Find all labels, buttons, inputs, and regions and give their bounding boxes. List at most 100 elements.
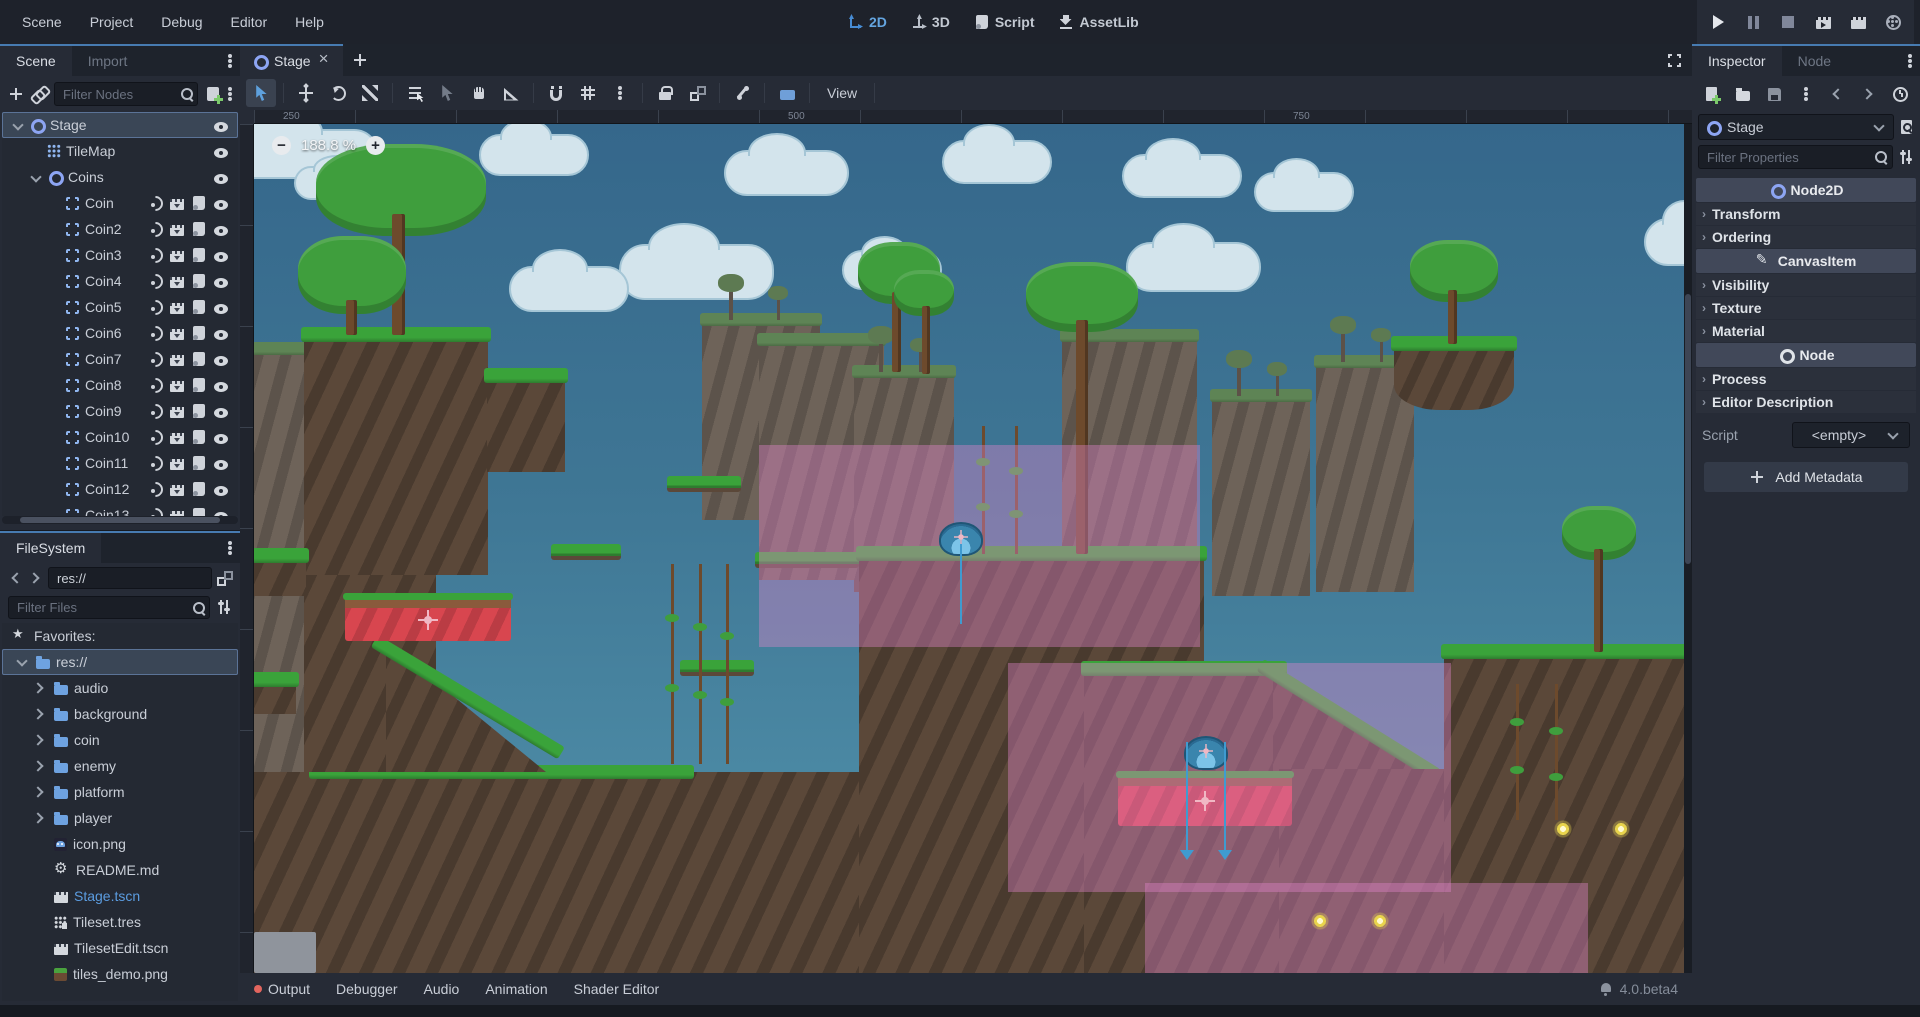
player-slime[interactable]	[1184, 736, 1228, 770]
scene-canvas[interactable]	[254, 124, 1692, 973]
path-input[interactable]	[48, 567, 212, 589]
tree-row-tilemap[interactable]: TileMap	[2, 138, 238, 164]
eye-icon[interactable]	[214, 356, 228, 366]
movie-button[interactable]	[1845, 9, 1871, 35]
property-filter-input[interactable]	[1698, 145, 1893, 169]
script-icon[interactable]	[193, 196, 205, 210]
section-material[interactable]: ›Material	[1696, 320, 1916, 342]
expand-arrow[interactable]	[32, 680, 48, 696]
tree-row-coins[interactable]: Coins	[2, 164, 238, 190]
magnet-tool-button[interactable]	[541, 79, 571, 107]
workspace-3d[interactable]: 3D	[903, 14, 958, 30]
script-icon[interactable]	[193, 326, 205, 340]
signal-icon[interactable]	[148, 300, 163, 314]
tree-row-coin11[interactable]: Coin11	[2, 450, 238, 476]
expand-arrow[interactable]	[32, 732, 48, 748]
collapse-arrow[interactable]	[28, 170, 42, 184]
menu-editor[interactable]: Editor	[217, 14, 282, 30]
clapper-icon[interactable]	[170, 225, 184, 236]
cursor-dim-tool-button[interactable]	[432, 79, 462, 107]
distraction-free-button[interactable]	[1656, 44, 1692, 76]
script-icon[interactable]	[193, 352, 205, 366]
expand-arrow[interactable]	[32, 784, 48, 800]
eye-icon[interactable]	[214, 252, 228, 262]
reel-button[interactable]	[1880, 9, 1906, 35]
file-row-tilesetedit-tscn[interactable]: TilesetEdit.tscn	[2, 935, 238, 961]
workspace-script[interactable]: Script	[966, 14, 1043, 30]
section-ordering[interactable]: ›Ordering	[1696, 226, 1916, 248]
history-forward-icon[interactable]	[28, 570, 44, 586]
node-selector-dropdown[interactable]: Stage	[1698, 114, 1894, 140]
attach-script-icon[interactable]	[207, 87, 219, 101]
menu-project[interactable]: Project	[76, 14, 148, 30]
clapper-icon[interactable]	[170, 355, 184, 366]
coin-sparkle[interactable]	[1612, 820, 1630, 838]
tree-row-coin3[interactable]: Coin3	[2, 242, 238, 268]
eye-icon[interactable]	[214, 226, 228, 236]
tree-row-coin2[interactable]: Coin2	[2, 216, 238, 242]
clapper-icon[interactable]	[170, 303, 184, 314]
workspace-assetlib[interactable]: AssetLib	[1051, 14, 1147, 30]
scale-tool-button[interactable]	[355, 79, 385, 107]
scene-menu-icon[interactable]	[228, 86, 232, 102]
pan-tool-button[interactable]	[464, 79, 494, 107]
signal-icon[interactable]	[148, 352, 163, 366]
scene-tab-scene[interactable]: Scene	[0, 46, 72, 76]
clapper-icon[interactable]	[170, 329, 184, 340]
eye-icon[interactable]	[214, 460, 228, 470]
scene-tabs-menu[interactable]	[228, 46, 240, 76]
zoom-out-button[interactable]: −	[272, 136, 291, 155]
coin-sparkle[interactable]	[1311, 912, 1329, 930]
tree-row-coin6[interactable]: Coin6	[2, 320, 238, 346]
scene-filter-input[interactable]	[54, 82, 198, 106]
section-editor-description[interactable]: ›Editor Description	[1696, 391, 1916, 413]
section-texture[interactable]: ›Texture	[1696, 297, 1916, 319]
bottom-panel-animation[interactable]: Animation	[485, 981, 547, 997]
signal-icon[interactable]	[148, 430, 163, 444]
menu-debug[interactable]: Debug	[147, 14, 216, 30]
signal-icon[interactable]	[148, 326, 163, 340]
filesystem-tab-filesystem[interactable]: FileSystem	[0, 533, 101, 563]
script-icon[interactable]	[193, 456, 205, 470]
scene-tab-import[interactable]: Import	[72, 46, 144, 76]
folder-open-button[interactable]	[1729, 80, 1756, 108]
signal-icon[interactable]	[148, 222, 163, 236]
section-transform[interactable]: ›Transform	[1696, 203, 1916, 225]
add-metadata-button[interactable]: Add Metadata	[1704, 462, 1908, 492]
zoom-percentage[interactable]: 188.8 %	[301, 137, 356, 154]
pause-button[interactable]	[1740, 9, 1766, 35]
player-slime[interactable]	[939, 522, 983, 556]
clapper-icon[interactable]	[170, 199, 184, 210]
script-icon[interactable]	[193, 508, 205, 516]
menu-help[interactable]: Help	[281, 14, 338, 30]
tree-row-coin10[interactable]: Coin10	[2, 424, 238, 450]
inspector-tabs-menu[interactable]	[1908, 46, 1920, 76]
dots-button[interactable]	[1792, 80, 1819, 108]
tree-row-coin9[interactable]: Coin9	[2, 398, 238, 424]
script-icon[interactable]	[193, 274, 205, 288]
tree-row-coin[interactable]: Coin	[2, 190, 238, 216]
bottom-panel-debugger[interactable]: Debugger	[336, 981, 398, 997]
grid-tool-button[interactable]	[573, 79, 603, 107]
clapper-icon[interactable]	[170, 251, 184, 262]
file-row-enemy[interactable]: enemy	[2, 753, 238, 779]
menu-scene[interactable]: Scene	[8, 14, 76, 30]
scene-tab-stage[interactable]: Stage	[240, 44, 343, 76]
camera-tool-button[interactable]	[772, 79, 802, 107]
signal-icon[interactable]	[148, 248, 163, 262]
bottom-panel-shader-editor[interactable]: Shader Editor	[574, 981, 660, 997]
clapper-icon[interactable]	[170, 381, 184, 392]
eye-icon[interactable]	[214, 434, 228, 444]
workspace-2d[interactable]: 2D	[840, 14, 895, 30]
eye-icon[interactable]	[214, 382, 228, 392]
open-docs-icon[interactable]	[1901, 120, 1912, 134]
file-row-tiles-demo-png[interactable]: tiles_demo.png	[2, 961, 238, 987]
eye-icon[interactable]	[214, 408, 228, 418]
bell-icon[interactable]	[1598, 981, 1614, 997]
script-icon[interactable]	[193, 300, 205, 314]
script-icon[interactable]	[193, 404, 205, 418]
eye-icon[interactable]	[214, 278, 228, 288]
scrollbar-thumb[interactable]	[20, 517, 220, 523]
collapse-arrow[interactable]	[14, 654, 30, 670]
list-cursor-tool-button[interactable]	[400, 79, 430, 107]
